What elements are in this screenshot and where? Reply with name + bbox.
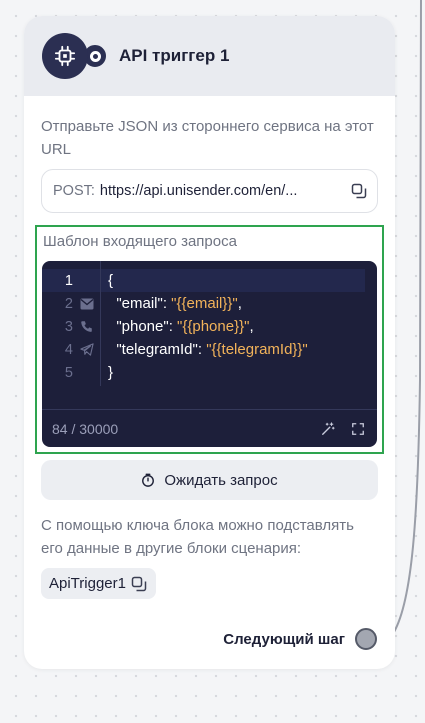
code-line[interactable]: 4 "telegramId": "{{telegramId}}"	[42, 338, 377, 361]
phone-icon	[73, 320, 100, 333]
editor-footer: 84 / 30000	[42, 409, 377, 447]
code-text: "telegramId": "{{telegramId}}"	[100, 341, 308, 358]
code-line[interactable]: 5}	[42, 361, 377, 384]
string-token: "{{email}}"	[171, 295, 238, 312]
url-value: https://api.unisender.com/en/...	[99, 183, 298, 199]
code-line[interactable]: 3 "phone": "{{phone}}",	[42, 315, 377, 338]
line-number: 1	[64, 272, 73, 289]
output-connector-handle[interactable]	[355, 628, 377, 650]
magic-wand-icon[interactable]	[321, 421, 335, 436]
key-token: }	[108, 364, 114, 381]
next-step-label: Следующий шаг	[223, 630, 345, 648]
gutter-separator	[100, 261, 101, 386]
url-description: Отправьте JSON из стороннего сервиса на …	[41, 118, 374, 158]
api-trigger-node[interactable]: API триггер 1 Отправьте JSON из сторонне…	[24, 16, 395, 669]
chip-icon	[42, 33, 88, 79]
url-method: POST:	[53, 183, 95, 199]
template-label: Шаблон входящего запроса	[43, 233, 237, 250]
node-header[interactable]: API триггер 1	[24, 16, 395, 96]
copy-icon[interactable]	[351, 183, 367, 199]
code-text: }	[100, 364, 113, 381]
block-key-value: ApiTrigger1	[49, 575, 126, 592]
request-template-section: Шаблон входящего запроса 1{2 "email": "{…	[35, 225, 384, 454]
line-number: 4	[64, 341, 73, 358]
wait-request-button[interactable]: Ожидать запрос	[41, 460, 378, 500]
next-step-output[interactable]: Следующий шаг	[223, 628, 377, 650]
code-lines[interactable]: 1{2 "email": "{{email}}", 3 "phone": "{{p…	[42, 269, 377, 394]
code-text: "phone": "{{phone}}",	[100, 318, 254, 335]
node-title: API триггер 1	[119, 46, 230, 65]
fullscreen-icon[interactable]	[351, 422, 365, 436]
code-line[interactable]: 1{	[42, 269, 365, 292]
telegram-icon	[73, 343, 100, 356]
key-token: {	[108, 272, 114, 289]
block-key-chip[interactable]: ApiTrigger1	[41, 568, 156, 599]
json-code-editor[interactable]: 1{2 "email": "{{email}}", 3 "phone": "{{p…	[42, 261, 377, 447]
stopwatch-icon	[142, 473, 155, 487]
key-token: "telegramId":	[108, 341, 207, 358]
code-text: {	[100, 272, 113, 289]
key-token: "phone":	[108, 318, 178, 335]
key-token: ,	[249, 318, 254, 335]
key-token: ,	[237, 295, 242, 312]
webhook-url-field[interactable]: POST: https://api.unisender.com/en/...	[41, 169, 378, 213]
block-key-description: С помощью ключа блока можно подставлять …	[41, 517, 354, 557]
copy-icon[interactable]	[131, 576, 147, 592]
line-number: 3	[64, 318, 73, 335]
key-token: "email":	[108, 295, 172, 312]
line-number: 2	[64, 295, 73, 312]
string-token: "{{phone}}"	[177, 318, 250, 335]
char-count: 84 / 30000	[52, 420, 119, 437]
code-line[interactable]: 2 "email": "{{email}}",	[42, 292, 377, 315]
line-number: 5	[64, 364, 73, 381]
string-token: "{{telegramId}}"	[206, 341, 308, 358]
wait-button-label: Ожидать запрос	[164, 471, 278, 489]
email-icon	[73, 298, 100, 310]
code-text: "email": "{{email}}",	[100, 295, 242, 312]
